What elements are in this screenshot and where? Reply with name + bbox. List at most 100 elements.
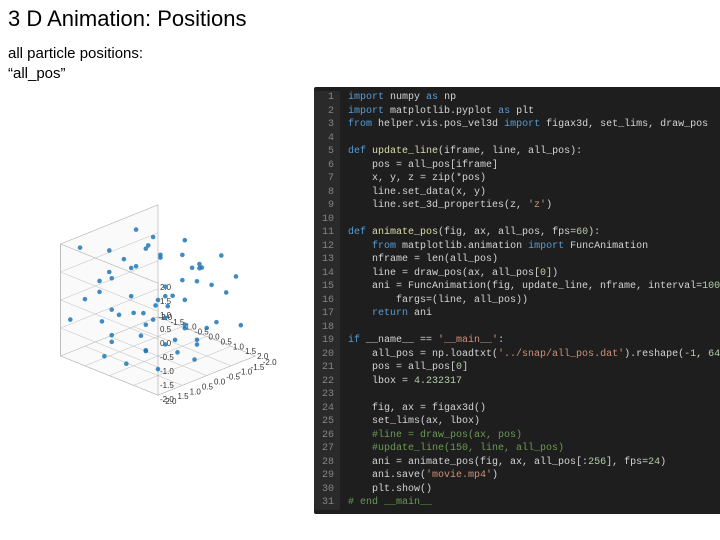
- code-line: def update_line(iframe, line, all_pos):: [348, 145, 720, 159]
- scatter-point: [180, 253, 185, 258]
- z-tick: 0.5: [160, 325, 172, 334]
- scatter-point: [156, 298, 161, 303]
- line-number: 7: [322, 172, 334, 186]
- x-tick: 1.0: [233, 342, 245, 351]
- code-line: line.set_3d_properties(z, 'z'): [348, 199, 720, 213]
- code-line: set_lims(ax, lbox): [348, 415, 720, 429]
- y-tick: 1.5: [177, 392, 189, 401]
- scatter-point: [195, 337, 200, 342]
- code-line: pos = all_pos[0]: [348, 361, 720, 375]
- scatter-point: [173, 338, 178, 343]
- scatter-point: [170, 294, 175, 299]
- y-tick: 0.5: [202, 382, 214, 391]
- line-number: 19: [322, 334, 334, 348]
- scatter-point: [117, 313, 122, 318]
- line-number: 20: [322, 348, 334, 362]
- scatter-point: [129, 294, 134, 299]
- code-line: import numpy as np: [348, 91, 720, 105]
- y-tick: -1.0: [238, 368, 252, 377]
- code-line: from matplotlib.animation import FuncAni…: [348, 240, 720, 254]
- scatter-point: [163, 315, 168, 320]
- code-line: plt.show(): [348, 483, 720, 497]
- line-number: 8: [322, 186, 334, 200]
- code-line: nframe = len(all_pos): [348, 253, 720, 267]
- line-number: 12: [322, 240, 334, 254]
- z-tick: 1.5: [160, 297, 172, 306]
- scatter-point: [200, 265, 205, 270]
- scatter-point: [144, 246, 149, 251]
- code-line: ani = FuncAnimation(fig, update_line, nf…: [348, 280, 720, 294]
- line-number: 24: [322, 402, 334, 416]
- line-number: 15: [322, 280, 334, 294]
- code-line: fig, ax = figax3d(): [348, 402, 720, 416]
- scatter-point: [165, 304, 170, 309]
- line-number: 2: [322, 105, 334, 119]
- scatter-point: [97, 279, 102, 284]
- line-number: 27: [322, 442, 334, 456]
- code-line: ani = animate_pos(fig, ax, all_pos[:256]…: [348, 456, 720, 470]
- code-gutter: 1234567891011121314151617181920212223242…: [314, 91, 340, 510]
- code-line: lbox = 4.232317: [348, 375, 720, 389]
- scatter-point: [192, 357, 197, 362]
- code-line: #line = draw_pos(ax, pos): [348, 429, 720, 443]
- scatter3d-svg: -2.0-2.0-2.0-1.5-1.5-1.5-1.0-1.0-1.0-0.5…: [8, 145, 308, 445]
- code-line: all_pos = np.loadtxt('../snap/all_pos.da…: [348, 348, 720, 362]
- scatter-point: [234, 274, 239, 279]
- scatter-point: [109, 333, 114, 338]
- scatter-point: [97, 290, 102, 295]
- scatter-point: [190, 266, 195, 271]
- code-lines: import numpy as npimport matplotlib.pypl…: [340, 91, 720, 510]
- code-line: [348, 132, 720, 146]
- scatter-point: [204, 326, 209, 331]
- code-line: #update_line(150, line, all_pos): [348, 442, 720, 456]
- y-tick: 1.0: [190, 387, 202, 396]
- scatter-point: [163, 284, 168, 289]
- scatter-point: [180, 278, 185, 283]
- scatter-point: [219, 253, 224, 258]
- code-line: fargs=(line, all_pos)): [348, 294, 720, 308]
- y-tick: 2.0: [165, 397, 177, 406]
- scatter-point: [78, 245, 83, 250]
- scatter-point: [151, 235, 156, 240]
- scatter-point: [163, 342, 168, 347]
- scatter-point: [134, 264, 139, 269]
- scatter-point: [158, 255, 163, 260]
- line-number: 31: [322, 496, 334, 510]
- scatter-point: [107, 270, 112, 275]
- content-row: -2.0-2.0-2.0-1.5-1.5-1.5-1.0-1.0-1.0-0.5…: [0, 85, 720, 514]
- line-number: 10: [322, 213, 334, 227]
- code-block: 1234567891011121314151617181920212223242…: [314, 87, 720, 514]
- scatter-point: [102, 354, 107, 359]
- code-line: import matplotlib.pyplot as plt: [348, 105, 720, 119]
- code-line: ani.save('movie.mp4'): [348, 469, 720, 483]
- code-line: [348, 213, 720, 227]
- scatter-point: [139, 333, 144, 338]
- code-line: return ani: [348, 307, 720, 321]
- scatter-point: [182, 326, 187, 331]
- scatter-point: [109, 340, 114, 345]
- scatter-point: [122, 257, 127, 262]
- line-number: 1: [322, 91, 334, 105]
- y-tick: 0.0: [214, 378, 226, 387]
- code-line: [348, 321, 720, 335]
- code-line: def animate_pos(fig, ax, all_pos, fps=60…: [348, 226, 720, 240]
- line-number: 26: [322, 429, 334, 443]
- z-tick: -1.0: [160, 367, 174, 376]
- scatter-point: [124, 361, 129, 366]
- x-tick: 0.0: [208, 332, 220, 341]
- x-tick: 2.0: [257, 352, 269, 361]
- scatter-point: [163, 294, 168, 299]
- scatter-point: [109, 307, 114, 312]
- scatter-point: [144, 349, 149, 354]
- scatter-point: [153, 303, 158, 308]
- line-number: 11: [322, 226, 334, 240]
- line-number: 9: [322, 199, 334, 213]
- code-line: [348, 388, 720, 402]
- scatter-point: [131, 311, 136, 316]
- scatter3d-plot: -2.0-2.0-2.0-1.5-1.5-1.5-1.0-1.0-1.0-0.5…: [4, 85, 308, 450]
- line-number: 18: [322, 321, 334, 335]
- scatter-point: [109, 276, 114, 281]
- scatter-point: [195, 279, 200, 284]
- scatter-point: [134, 227, 139, 232]
- line-number: 25: [322, 415, 334, 429]
